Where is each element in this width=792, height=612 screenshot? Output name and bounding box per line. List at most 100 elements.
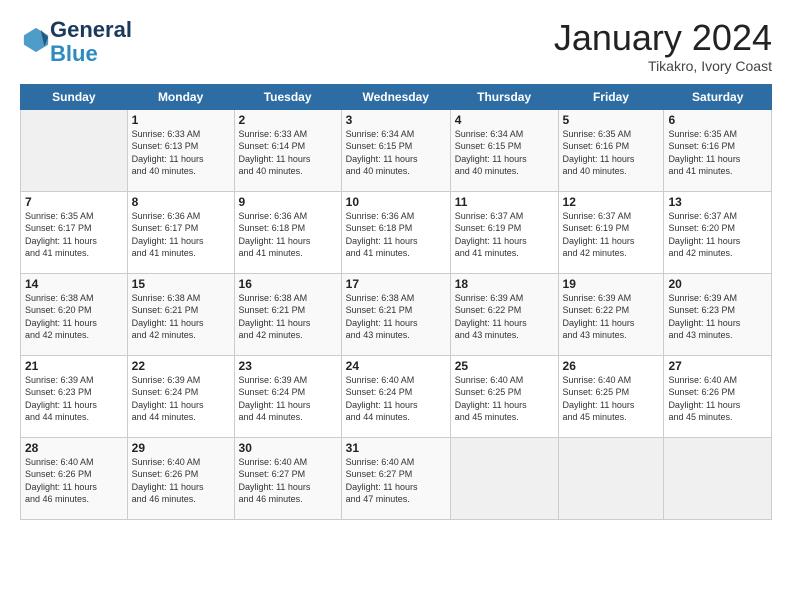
day-number: 22 <box>132 359 230 373</box>
calendar-cell <box>21 109 128 191</box>
day-info: Sunrise: 6:40 AM Sunset: 6:27 PM Dayligh… <box>239 456 337 506</box>
calendar-table: SundayMondayTuesdayWednesdayThursdayFrid… <box>20 84 772 520</box>
calendar-cell: 29Sunrise: 6:40 AM Sunset: 6:26 PM Dayli… <box>127 437 234 519</box>
day-number: 26 <box>563 359 660 373</box>
day-number: 25 <box>455 359 554 373</box>
day-info: Sunrise: 6:36 AM Sunset: 6:18 PM Dayligh… <box>239 210 337 260</box>
calendar-week-row: 28Sunrise: 6:40 AM Sunset: 6:26 PM Dayli… <box>21 437 772 519</box>
calendar-cell <box>558 437 664 519</box>
calendar-cell: 23Sunrise: 6:39 AM Sunset: 6:24 PM Dayli… <box>234 355 341 437</box>
day-header: Saturday <box>664 84 772 109</box>
calendar-cell: 7Sunrise: 6:35 AM Sunset: 6:17 PM Daylig… <box>21 191 128 273</box>
day-info: Sunrise: 6:36 AM Sunset: 6:17 PM Dayligh… <box>132 210 230 260</box>
day-number: 18 <box>455 277 554 291</box>
day-header: Sunday <box>21 84 128 109</box>
page-container: General Blue January 2024 Tikakro, Ivory… <box>0 0 792 530</box>
day-info: Sunrise: 6:38 AM Sunset: 6:21 PM Dayligh… <box>346 292 446 342</box>
calendar-week-row: 14Sunrise: 6:38 AM Sunset: 6:20 PM Dayli… <box>21 273 772 355</box>
logo-icon <box>22 26 50 54</box>
calendar-cell: 11Sunrise: 6:37 AM Sunset: 6:19 PM Dayli… <box>450 191 558 273</box>
day-number: 3 <box>346 113 446 127</box>
day-info: Sunrise: 6:40 AM Sunset: 6:27 PM Dayligh… <box>346 456 446 506</box>
day-info: Sunrise: 6:40 AM Sunset: 6:24 PM Dayligh… <box>346 374 446 424</box>
day-info: Sunrise: 6:33 AM Sunset: 6:14 PM Dayligh… <box>239 128 337 178</box>
day-info: Sunrise: 6:37 AM Sunset: 6:19 PM Dayligh… <box>563 210 660 260</box>
day-info: Sunrise: 6:40 AM Sunset: 6:25 PM Dayligh… <box>563 374 660 424</box>
day-header: Wednesday <box>341 84 450 109</box>
calendar-cell: 31Sunrise: 6:40 AM Sunset: 6:27 PM Dayli… <box>341 437 450 519</box>
day-number: 16 <box>239 277 337 291</box>
calendar-week-row: 21Sunrise: 6:39 AM Sunset: 6:23 PM Dayli… <box>21 355 772 437</box>
calendar-header-row: SundayMondayTuesdayWednesdayThursdayFrid… <box>21 84 772 109</box>
calendar-cell: 19Sunrise: 6:39 AM Sunset: 6:22 PM Dayli… <box>558 273 664 355</box>
day-number: 8 <box>132 195 230 209</box>
calendar-cell: 1Sunrise: 6:33 AM Sunset: 6:13 PM Daylig… <box>127 109 234 191</box>
day-number: 24 <box>346 359 446 373</box>
day-info: Sunrise: 6:35 AM Sunset: 6:17 PM Dayligh… <box>25 210 123 260</box>
day-number: 1 <box>132 113 230 127</box>
day-info: Sunrise: 6:35 AM Sunset: 6:16 PM Dayligh… <box>563 128 660 178</box>
day-number: 4 <box>455 113 554 127</box>
day-number: 17 <box>346 277 446 291</box>
day-info: Sunrise: 6:39 AM Sunset: 6:22 PM Dayligh… <box>563 292 660 342</box>
day-number: 15 <box>132 277 230 291</box>
day-info: Sunrise: 6:37 AM Sunset: 6:20 PM Dayligh… <box>668 210 767 260</box>
calendar-cell: 9Sunrise: 6:36 AM Sunset: 6:18 PM Daylig… <box>234 191 341 273</box>
day-number: 30 <box>239 441 337 455</box>
day-info: Sunrise: 6:36 AM Sunset: 6:18 PM Dayligh… <box>346 210 446 260</box>
day-number: 28 <box>25 441 123 455</box>
calendar-cell: 6Sunrise: 6:35 AM Sunset: 6:16 PM Daylig… <box>664 109 772 191</box>
calendar-cell: 18Sunrise: 6:39 AM Sunset: 6:22 PM Dayli… <box>450 273 558 355</box>
day-info: Sunrise: 6:38 AM Sunset: 6:21 PM Dayligh… <box>239 292 337 342</box>
calendar-cell: 30Sunrise: 6:40 AM Sunset: 6:27 PM Dayli… <box>234 437 341 519</box>
day-info: Sunrise: 6:37 AM Sunset: 6:19 PM Dayligh… <box>455 210 554 260</box>
day-number: 12 <box>563 195 660 209</box>
calendar-week-row: 7Sunrise: 6:35 AM Sunset: 6:17 PM Daylig… <box>21 191 772 273</box>
calendar-cell: 13Sunrise: 6:37 AM Sunset: 6:20 PM Dayli… <box>664 191 772 273</box>
day-info: Sunrise: 6:39 AM Sunset: 6:22 PM Dayligh… <box>455 292 554 342</box>
day-number: 7 <box>25 195 123 209</box>
calendar-cell: 28Sunrise: 6:40 AM Sunset: 6:26 PM Dayli… <box>21 437 128 519</box>
day-info: Sunrise: 6:34 AM Sunset: 6:15 PM Dayligh… <box>346 128 446 178</box>
day-number: 29 <box>132 441 230 455</box>
day-info: Sunrise: 6:38 AM Sunset: 6:20 PM Dayligh… <box>25 292 123 342</box>
day-number: 14 <box>25 277 123 291</box>
calendar-cell: 2Sunrise: 6:33 AM Sunset: 6:14 PM Daylig… <box>234 109 341 191</box>
calendar-cell: 5Sunrise: 6:35 AM Sunset: 6:16 PM Daylig… <box>558 109 664 191</box>
calendar-cell: 17Sunrise: 6:38 AM Sunset: 6:21 PM Dayli… <box>341 273 450 355</box>
day-info: Sunrise: 6:40 AM Sunset: 6:25 PM Dayligh… <box>455 374 554 424</box>
calendar-cell: 27Sunrise: 6:40 AM Sunset: 6:26 PM Dayli… <box>664 355 772 437</box>
calendar-cell: 4Sunrise: 6:34 AM Sunset: 6:15 PM Daylig… <box>450 109 558 191</box>
day-number: 27 <box>668 359 767 373</box>
day-info: Sunrise: 6:34 AM Sunset: 6:15 PM Dayligh… <box>455 128 554 178</box>
day-number: 11 <box>455 195 554 209</box>
day-info: Sunrise: 6:38 AM Sunset: 6:21 PM Dayligh… <box>132 292 230 342</box>
calendar-cell: 14Sunrise: 6:38 AM Sunset: 6:20 PM Dayli… <box>21 273 128 355</box>
day-number: 10 <box>346 195 446 209</box>
logo: General Blue <box>20 18 132 66</box>
day-info: Sunrise: 6:40 AM Sunset: 6:26 PM Dayligh… <box>25 456 123 506</box>
title-block: January 2024 Tikakro, Ivory Coast <box>554 18 772 74</box>
calendar-cell: 10Sunrise: 6:36 AM Sunset: 6:18 PM Dayli… <box>341 191 450 273</box>
day-info: Sunrise: 6:40 AM Sunset: 6:26 PM Dayligh… <box>132 456 230 506</box>
day-header: Monday <box>127 84 234 109</box>
day-header: Thursday <box>450 84 558 109</box>
day-number: 2 <box>239 113 337 127</box>
calendar-body: 1Sunrise: 6:33 AM Sunset: 6:13 PM Daylig… <box>21 109 772 519</box>
calendar-cell: 3Sunrise: 6:34 AM Sunset: 6:15 PM Daylig… <box>341 109 450 191</box>
calendar-cell: 25Sunrise: 6:40 AM Sunset: 6:25 PM Dayli… <box>450 355 558 437</box>
calendar-cell: 21Sunrise: 6:39 AM Sunset: 6:23 PM Dayli… <box>21 355 128 437</box>
calendar-cell: 8Sunrise: 6:36 AM Sunset: 6:17 PM Daylig… <box>127 191 234 273</box>
calendar-cell: 26Sunrise: 6:40 AM Sunset: 6:25 PM Dayli… <box>558 355 664 437</box>
day-info: Sunrise: 6:39 AM Sunset: 6:24 PM Dayligh… <box>239 374 337 424</box>
day-info: Sunrise: 6:40 AM Sunset: 6:26 PM Dayligh… <box>668 374 767 424</box>
day-number: 19 <box>563 277 660 291</box>
calendar-week-row: 1Sunrise: 6:33 AM Sunset: 6:13 PM Daylig… <box>21 109 772 191</box>
calendar-cell: 20Sunrise: 6:39 AM Sunset: 6:23 PM Dayli… <box>664 273 772 355</box>
day-number: 6 <box>668 113 767 127</box>
calendar-cell <box>664 437 772 519</box>
page-header: General Blue January 2024 Tikakro, Ivory… <box>20 18 772 74</box>
day-number: 9 <box>239 195 337 209</box>
calendar-cell: 15Sunrise: 6:38 AM Sunset: 6:21 PM Dayli… <box>127 273 234 355</box>
day-header: Friday <box>558 84 664 109</box>
